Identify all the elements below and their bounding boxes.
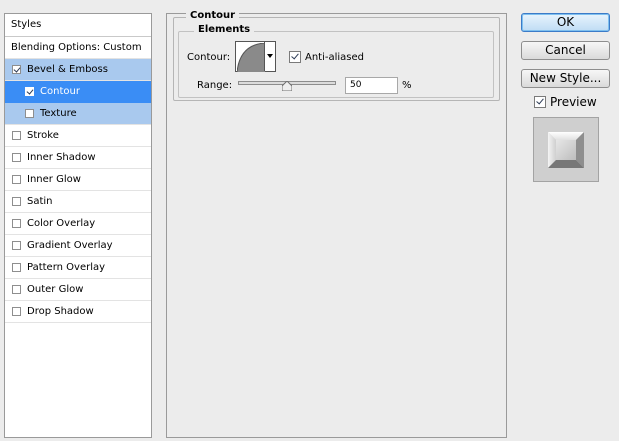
- satin-checkbox[interactable]: [12, 197, 21, 206]
- style-item-label: Texture: [40, 108, 77, 119]
- styles-panel: Styles Blending Options: Custom Bevel & …: [4, 13, 152, 438]
- style-item-label: Satin: [27, 196, 53, 207]
- inner-glow-checkbox[interactable]: [12, 175, 21, 184]
- style-item-inner-glow[interactable]: Inner Glow: [5, 169, 151, 191]
- styles-header[interactable]: Styles: [5, 14, 151, 37]
- style-item-gradient-overlay[interactable]: Gradient Overlay: [5, 235, 151, 257]
- range-slider-thumb[interactable]: [282, 81, 292, 91]
- style-item-label: Stroke: [27, 130, 59, 141]
- outer-glow-checkbox[interactable]: [12, 285, 21, 294]
- texture-checkbox[interactable]: [25, 109, 34, 118]
- style-item-inner-shadow[interactable]: Inner Shadow: [5, 147, 151, 169]
- style-item-pattern-overlay[interactable]: Pattern Overlay: [5, 257, 151, 279]
- style-item-texture[interactable]: Texture: [5, 103, 151, 125]
- contour-label: Contour:: [187, 52, 231, 63]
- style-item-color-overlay[interactable]: Color Overlay: [5, 213, 151, 235]
- style-item-satin[interactable]: Satin: [5, 191, 151, 213]
- stroke-checkbox[interactable]: [12, 131, 21, 140]
- style-item-stroke[interactable]: Stroke: [5, 125, 151, 147]
- preview-label: Preview: [550, 95, 597, 109]
- color-overlay-checkbox[interactable]: [12, 219, 21, 228]
- style-item-label: Inner Shadow: [27, 152, 96, 163]
- contour-dropdown-arrow-icon[interactable]: [264, 42, 275, 71]
- style-item-label: Outer Glow: [27, 284, 84, 295]
- gradient-overlay-checkbox[interactable]: [12, 241, 21, 250]
- style-item-label: Gradient Overlay: [27, 240, 113, 251]
- anti-aliased-checkbox[interactable]: [289, 51, 301, 63]
- elements-section-title: Elements: [194, 24, 255, 35]
- pattern-overlay-checkbox[interactable]: [12, 263, 21, 272]
- style-item-label: Inner Glow: [27, 174, 81, 185]
- style-item-outer-glow[interactable]: Outer Glow: [5, 279, 151, 301]
- contour-picker[interactable]: [235, 41, 276, 72]
- ok-button[interactable]: OK: [521, 13, 610, 32]
- contour-section-title: Contour: [186, 10, 240, 21]
- cancel-button[interactable]: Cancel: [521, 41, 610, 60]
- bevel-preview-icon: [548, 132, 584, 168]
- blending-options-item[interactable]: Blending Options: Custom: [5, 37, 151, 59]
- style-item-label: Drop Shadow: [27, 306, 94, 317]
- contour-checkbox[interactable]: [25, 87, 34, 96]
- style-item-bevel-emboss[interactable]: Bevel & Emboss: [5, 59, 151, 81]
- preview-thumbnail: [533, 117, 599, 182]
- style-item-contour[interactable]: Contour: [5, 81, 151, 103]
- range-unit: %: [402, 80, 412, 91]
- bevel-emboss-checkbox[interactable]: [12, 65, 21, 74]
- range-label: Range:: [197, 80, 233, 91]
- style-item-label: Contour: [40, 86, 80, 97]
- contour-curve-icon[interactable]: [237, 43, 265, 72]
- range-input[interactable]: 50: [345, 77, 398, 94]
- preview-checkbox[interactable]: [534, 96, 546, 108]
- new-style-button[interactable]: New Style...: [521, 69, 610, 88]
- anti-aliased-label: Anti-aliased: [305, 52, 365, 63]
- style-item-label: Pattern Overlay: [27, 262, 106, 273]
- style-item-label: Color Overlay: [27, 218, 96, 229]
- style-item-drop-shadow[interactable]: Drop Shadow: [5, 301, 151, 323]
- drop-shadow-checkbox[interactable]: [12, 307, 21, 316]
- inner-shadow-checkbox[interactable]: [12, 153, 21, 162]
- style-item-label: Bevel & Emboss: [27, 64, 108, 75]
